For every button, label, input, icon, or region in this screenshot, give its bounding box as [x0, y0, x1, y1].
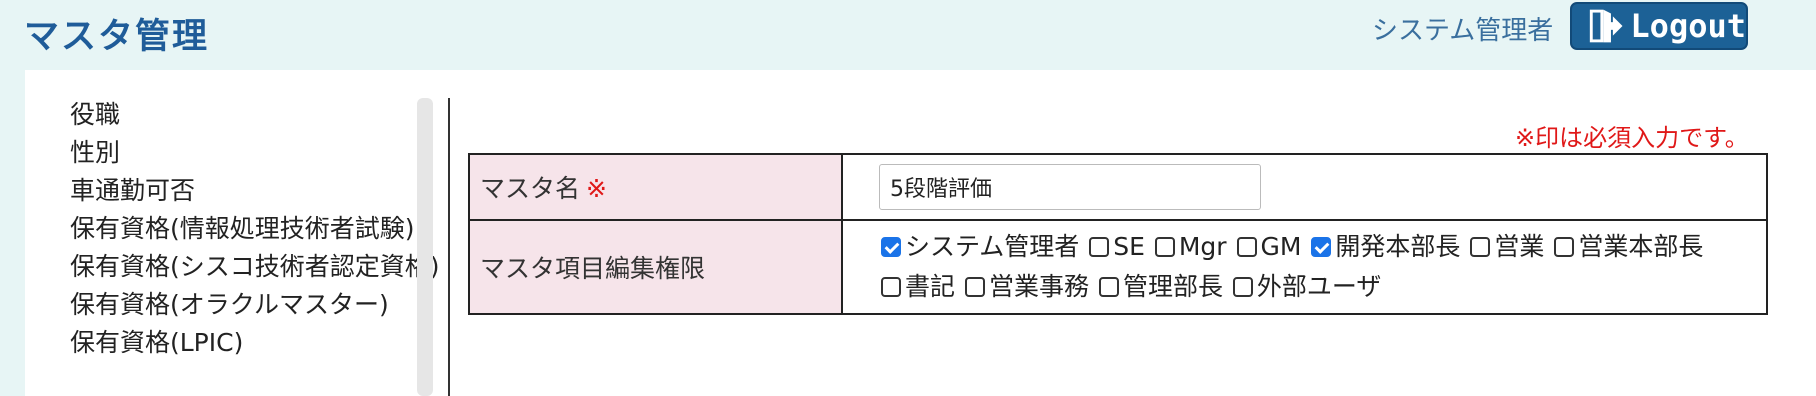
- required-mark: ※: [586, 174, 607, 203]
- logout-button[interactable]: Logout: [1570, 2, 1748, 50]
- permission-option: 営業: [1468, 232, 1544, 261]
- permission-option: システム管理者: [879, 232, 1079, 261]
- master-form-table: マスタ名※ マスタ項目編集権限 システム管理者 SE Mgr GM 開発本部長 …: [468, 153, 1768, 315]
- permission-checkbox-secretary[interactable]: [881, 277, 901, 297]
- sidebar-item-position[interactable]: 役職: [70, 96, 450, 134]
- permissions-cell: システム管理者 SE Mgr GM 開発本部長 営業 営業本部長 書記 営業事務…: [841, 219, 1768, 315]
- permission-checkbox-external-user[interactable]: [1232, 277, 1253, 297]
- permission-checkbox-admin-head[interactable]: [1098, 277, 1119, 297]
- exit-door-icon: [1589, 9, 1623, 43]
- vertical-divider: [448, 98, 450, 396]
- permission-checkbox-sysadmin[interactable]: [881, 237, 901, 257]
- permission-label: 営業: [1494, 232, 1545, 261]
- permission-option: GM: [1235, 232, 1302, 261]
- permission-checkbox-mgr[interactable]: [1154, 237, 1175, 257]
- permission-option: 営業事務: [963, 272, 1089, 301]
- permission-label: 開発本部長: [1335, 232, 1461, 261]
- permission-label: 管理部長: [1122, 272, 1223, 301]
- permission-checkbox-se[interactable]: [1089, 237, 1110, 257]
- permission-label: SE: [1113, 232, 1145, 261]
- permission-checkbox-dev-head[interactable]: [1311, 237, 1332, 257]
- sidebar-item-cisco-cert[interactable]: 保有資格(シスコ技術者認定資格): [70, 248, 450, 286]
- permissions-label-cell: マスタ項目編集権限: [468, 219, 843, 315]
- main-panel: 役職 性別 車通勤可否 保有資格(情報処理技術者試験) 保有資格(シスコ技術者認…: [25, 70, 1816, 396]
- permission-label: GM: [1260, 232, 1302, 261]
- table-row: マスタ項目編集権限 システム管理者 SE Mgr GM 開発本部長 営業 営業本…: [468, 219, 1768, 315]
- current-user: システム管理者: [1372, 16, 1554, 46]
- permission-label: 外部ユーザ: [1256, 272, 1382, 301]
- permission-label: 営業事務: [988, 272, 1089, 301]
- permission-checkbox-sales-head[interactable]: [1554, 237, 1575, 257]
- table-row: マスタ名 ※: [468, 153, 1768, 221]
- master-list-sidebar: 役職 性別 車通勤可否 保有資格(情報処理技術者試験) 保有資格(シスコ技術者認…: [25, 70, 445, 396]
- sidebar-item-gender[interactable]: 性別: [70, 134, 450, 172]
- permission-option: 書記: [879, 272, 955, 301]
- permission-label: システム管理者: [905, 232, 1080, 261]
- sidebar-item-oracle-master[interactable]: 保有資格(オラクルマスター): [70, 286, 450, 324]
- master-name-input[interactable]: [879, 164, 1261, 210]
- permission-label: 営業本部長: [1578, 232, 1704, 261]
- permission-label: Mgr: [1178, 232, 1227, 261]
- permission-option: 営業本部長: [1552, 232, 1703, 261]
- permission-checkbox-gm[interactable]: [1236, 237, 1257, 257]
- logout-label: Logout: [1630, 7, 1746, 45]
- permission-checkbox-sales[interactable]: [1470, 237, 1491, 257]
- permissions-label: マスタ項目編集権限: [480, 254, 706, 283]
- permission-option: 外部ユーザ: [1231, 272, 1382, 301]
- permission-checkbox-sales-admin[interactable]: [964, 277, 985, 297]
- permission-option: 管理部長: [1097, 272, 1223, 301]
- master-name-value-cell: [841, 153, 1768, 221]
- page-title: マスタ管理: [24, 17, 210, 57]
- sidebar-scrollbar[interactable]: [417, 98, 433, 396]
- permission-option: SE: [1087, 232, 1145, 261]
- permission-label: 書記: [905, 272, 956, 301]
- master-name-label-cell: マスタ名 ※: [468, 153, 843, 221]
- sidebar-item-lpic[interactable]: 保有資格(LPIC): [70, 324, 450, 362]
- sidebar-item-car-commute[interactable]: 車通勤可否: [70, 172, 450, 210]
- sidebar-item-it-exam-cert[interactable]: 保有資格(情報処理技術者試験): [70, 210, 450, 248]
- permission-option: 開発本部長: [1309, 232, 1460, 261]
- header-bar: マスタ管理 システム管理者 Logout: [0, 0, 1816, 70]
- required-note: ※印は必須入力です。: [1515, 124, 1749, 152]
- master-name-label: マスタ名: [480, 174, 581, 203]
- permission-option: Mgr: [1153, 232, 1227, 261]
